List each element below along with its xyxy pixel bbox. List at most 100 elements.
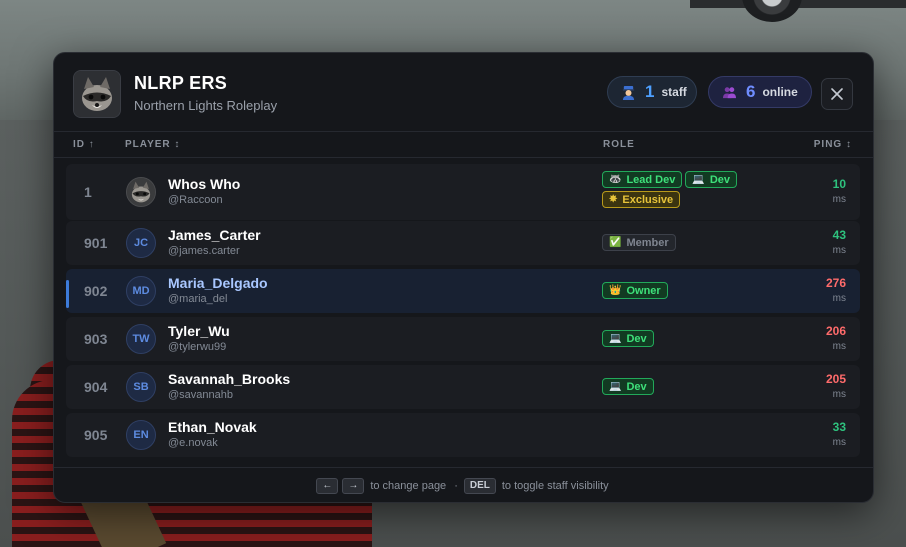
column-ping-header[interactable]: PING ↕ xyxy=(814,139,852,150)
close-button[interactable] xyxy=(821,78,853,110)
scoreboard-header: NLRP ERS Northern Lights Roleplay 1 staf… xyxy=(54,53,873,132)
role-badge: 💻 Dev xyxy=(602,330,654,347)
player-row[interactable]: 905 EN Ethan_Novak @e.novak 33 ms xyxy=(66,413,860,457)
player-avatar: TW xyxy=(126,324,156,354)
player-id: 1 xyxy=(84,184,92,200)
server-title: NLRP ERS xyxy=(134,73,228,93)
laptop-icon: 💻 xyxy=(609,381,622,392)
staff-label: staff xyxy=(661,85,687,99)
player-handle: @tylerwu99 xyxy=(168,341,227,353)
footer-hints: ← → to change page · DEL to toggle staff… xyxy=(54,467,873,502)
ping-unit: ms xyxy=(832,341,846,352)
player-id: 902 xyxy=(84,283,108,299)
online-count: 6 xyxy=(746,82,756,101)
player-id: 905 xyxy=(84,427,108,443)
ping-value: 10 xyxy=(832,177,846,191)
online-label: online xyxy=(762,85,798,99)
selected-row-indicator xyxy=(66,280,69,308)
ping-unit: ms xyxy=(832,389,846,400)
player-ping: 43 ms xyxy=(833,228,846,256)
role-label: Lead Dev xyxy=(626,173,676,186)
left-arrow-key: ← xyxy=(316,477,339,494)
player-handle: @e.novak xyxy=(168,437,218,449)
column-player-header[interactable]: PLAYER ↕ xyxy=(125,139,180,150)
role-badge: 🦝 Lead Dev xyxy=(602,171,683,188)
ping-value: 206 xyxy=(825,324,846,338)
player-handle: @Raccoon xyxy=(168,194,223,206)
del-key: DEL xyxy=(463,477,496,494)
role-badge: ✅ Member xyxy=(602,234,676,251)
player-roles: 🦝 Lead Dev 💻 Dev ✸ Exclusive xyxy=(602,171,802,211)
laptop-icon: 💻 xyxy=(692,174,705,185)
role-label: Exclusive xyxy=(622,193,674,206)
player-ping: 33 ms xyxy=(833,420,846,448)
player-ping: 206 ms xyxy=(826,324,846,352)
player-handle: @james.carter xyxy=(168,245,240,257)
player-row[interactable]: 904 SB Savannah_Brooks @savannahb 💻 Dev 205… xyxy=(66,365,860,409)
player-id: 901 xyxy=(84,235,108,251)
player-avatar: MD xyxy=(126,276,156,306)
scoreboard-panel: NLRP ERS Northern Lights Roleplay 1 staf… xyxy=(53,52,874,503)
role-label: Dev xyxy=(626,380,647,393)
police-officer-icon xyxy=(620,84,636,100)
player-handle: @savannahb xyxy=(168,389,233,401)
sparkle-icon: ✸ xyxy=(609,194,618,205)
player-ping: 205 ms xyxy=(826,372,846,400)
role-label: Dev xyxy=(626,332,647,345)
change-page-hint: to change page xyxy=(370,479,447,492)
ping-unit: ms xyxy=(832,194,846,205)
people-icon xyxy=(721,84,737,100)
player-id: 903 xyxy=(84,331,108,347)
toggle-staff-hint: to toggle staff visibility xyxy=(501,479,609,492)
player-avatar: JC xyxy=(126,228,156,258)
player-name: Savannah_Brooks xyxy=(168,371,291,387)
laptop-icon: 💻 xyxy=(609,333,622,344)
ping-unit: ms xyxy=(832,437,846,448)
raccoon-icon: 🦝 xyxy=(609,174,622,185)
server-logo xyxy=(73,70,121,118)
player-row[interactable]: 903 TW Tyler_Wu @tylerwu99 💻 Dev 206 ms xyxy=(66,317,860,361)
player-avatar: SB xyxy=(126,372,156,402)
crown-icon: 👑 xyxy=(609,285,622,296)
role-badge: ✸ Exclusive xyxy=(602,191,681,208)
ping-value: 276 xyxy=(825,276,846,290)
role-badge: 💻 Dev xyxy=(685,171,738,188)
player-name: Ethan_Novak xyxy=(168,419,257,435)
ping-value: 43 xyxy=(832,228,846,242)
player-row[interactable]: 902 MD Maria_Delgado @maria_del 👑 Owner 276… xyxy=(66,269,860,313)
role-label: Member xyxy=(626,236,669,249)
staff-count: 1 xyxy=(645,82,655,101)
staff-count-pill[interactable]: 1 staff xyxy=(607,76,697,108)
ping-unit: ms xyxy=(832,245,846,256)
player-roles: 💻 Dev xyxy=(602,330,802,350)
player-handle: @maria_del xyxy=(168,293,228,305)
server-subtitle: Northern Lights Roleplay xyxy=(134,98,278,113)
column-id-header[interactable]: ID ↑ xyxy=(73,139,95,150)
player-row[interactable]: 901 JC James_Carter @james.carter ✅ Member … xyxy=(66,221,860,265)
role-label: Dev xyxy=(709,173,731,186)
ping-value: 33 xyxy=(832,420,846,434)
player-ping: 10 ms xyxy=(833,177,846,205)
player-row[interactable]: 1 Whos Who @Raccoon 🦝 Lead Dev 💻 Dev ✸ Ex… xyxy=(66,164,860,220)
online-count-pill[interactable]: 6 online xyxy=(708,76,812,108)
player-roles: 💻 Dev xyxy=(602,378,802,398)
player-name: Whos Who xyxy=(168,176,241,192)
player-ping: 276 ms xyxy=(826,276,846,304)
role-badge: 💻 Dev xyxy=(602,378,654,395)
column-role-header: ROLE xyxy=(603,139,635,150)
check-icon: ✅ xyxy=(609,237,622,248)
right-arrow-key: → xyxy=(342,477,365,494)
close-icon xyxy=(831,88,843,100)
player-name: Tyler_Wu xyxy=(168,323,230,339)
player-name: Maria_Delgado xyxy=(168,275,268,291)
player-roles: 👑 Owner xyxy=(602,282,802,302)
column-headers: ID ↑ PLAYER ↕ ROLE PING ↕ xyxy=(54,132,873,158)
role-label: Owner xyxy=(626,284,661,297)
role-badge: 👑 Owner xyxy=(602,282,668,299)
ping-unit: ms xyxy=(832,293,846,304)
player-roles: ✅ Member xyxy=(602,234,802,254)
player-name: James_Carter xyxy=(168,227,261,243)
ping-value: 205 xyxy=(825,372,846,386)
player-avatar: EN xyxy=(126,420,156,450)
player-avatar xyxy=(126,177,156,207)
